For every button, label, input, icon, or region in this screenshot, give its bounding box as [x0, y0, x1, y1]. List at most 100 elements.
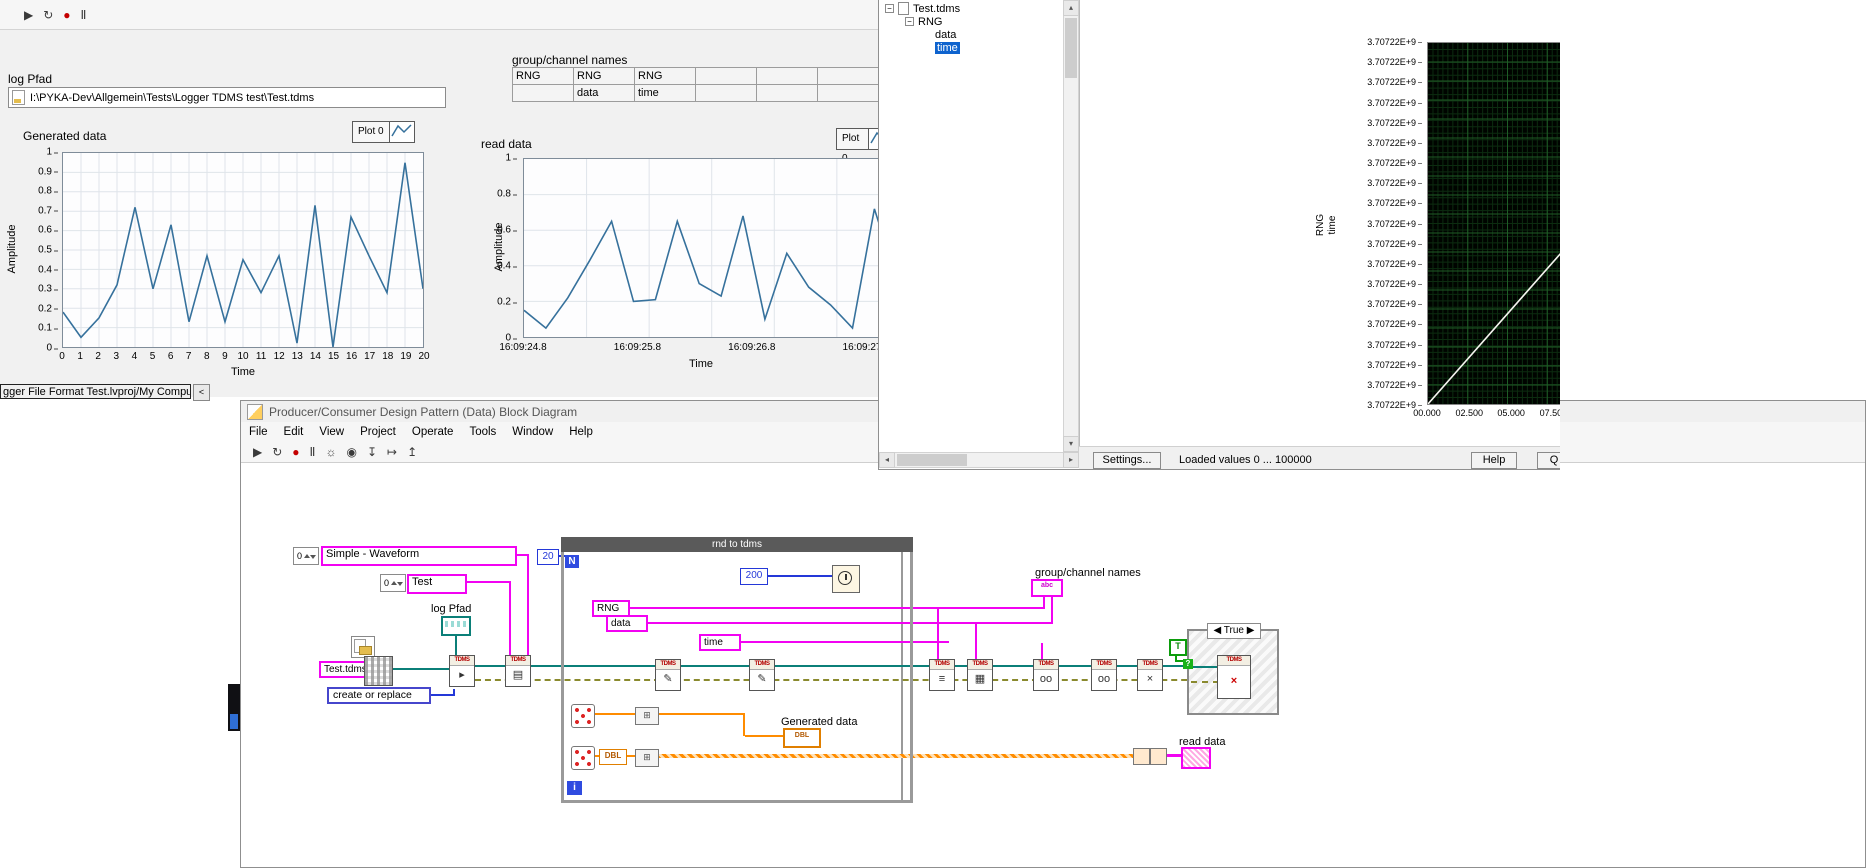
tdms-node[interactable]: TDMS ▸	[449, 655, 475, 687]
table-cell[interactable]: RNG	[635, 68, 696, 85]
file-dialog-icon[interactable]	[351, 636, 375, 658]
combo-index[interactable]: 0	[293, 547, 320, 565]
y-tick-label: 3.70722E+9	[1367, 279, 1422, 289]
read-plot-area[interactable]	[523, 158, 878, 338]
tdms-node[interactable]: TDMS ×	[1137, 659, 1163, 691]
scroll-left-button[interactable]: ◂	[879, 452, 895, 468]
table-cell[interactable]	[696, 68, 757, 85]
scrollbar-thumb[interactable]	[1065, 18, 1077, 78]
case-selector-terminal[interactable]: ?	[1183, 659, 1193, 669]
scroll-down-button[interactable]: ▾	[1063, 436, 1079, 452]
build-array-node[interactable]: ⊞	[635, 707, 659, 725]
wire-data	[975, 624, 977, 659]
x-tick-label: 3	[113, 351, 120, 362]
run-icon[interactable]: ▶	[24, 6, 33, 24]
abort-icon[interactable]: ●	[292, 443, 299, 461]
table-cell[interactable]	[818, 85, 878, 102]
settings-button[interactable]: Settings...	[1093, 452, 1161, 469]
plot-legend[interactable]: Plot 0	[836, 128, 878, 164]
x-tick-label: 5	[149, 351, 156, 362]
tdms-node[interactable]: TDMS ✎	[749, 659, 775, 691]
scroll-up-button[interactable]: ▴	[1063, 0, 1079, 16]
random-number-icon[interactable]	[571, 704, 595, 728]
tdms-node[interactable]: TDMS ▦	[967, 659, 993, 691]
table-cell[interactable]	[696, 85, 757, 102]
convert-icon[interactable]	[1150, 748, 1167, 765]
pause-icon[interactable]: Ⅱ	[81, 6, 87, 24]
group-channel-table[interactable]: RNG RNG RNG data time	[512, 67, 878, 102]
menu-file[interactable]: File	[241, 422, 276, 442]
project-tab[interactable]: gger File Format Test.lvproj/My Computer	[0, 384, 191, 399]
run-icon[interactable]: ▶	[253, 443, 262, 461]
step-over-icon[interactable]: ↦	[387, 443, 397, 461]
build-array-node[interactable]: ⊞	[635, 749, 659, 767]
menu-view[interactable]: View	[311, 422, 352, 442]
menu-operate[interactable]: Operate	[404, 422, 462, 442]
scrollbar-thumb[interactable]	[897, 454, 967, 466]
menu-edit[interactable]: Edit	[276, 422, 312, 442]
table-cell[interactable]	[757, 85, 818, 102]
run-continuously-icon[interactable]: ↻	[272, 443, 282, 461]
random-number-icon[interactable]	[571, 746, 595, 770]
wait-ms-icon[interactable]	[832, 565, 860, 593]
tree-item-data[interactable]: data	[879, 28, 1063, 41]
step-out-icon[interactable]: ↥	[407, 443, 417, 461]
menu-help[interactable]: Help	[561, 422, 601, 442]
tree-item-time[interactable]: time	[879, 41, 1063, 54]
plot-legend[interactable]: Plot 0	[352, 121, 415, 143]
table-cell[interactable]	[757, 68, 818, 85]
menu-project[interactable]: Project	[352, 422, 404, 442]
quit-button[interactable]: Q	[1537, 452, 1560, 469]
tree-expander-icon[interactable]: −	[885, 4, 894, 13]
loop-count-constant[interactable]: 20	[537, 549, 559, 565]
diagram-canvas[interactable]: rnd to tdms 0 Simple - Waveform 0 Test l…	[241, 463, 1865, 867]
table-cell[interactable]	[818, 68, 878, 85]
tree-item-label: time	[935, 41, 960, 54]
tdms-close-node[interactable]: TDMS ×	[1217, 655, 1251, 699]
read-data-terminal[interactable]	[1181, 747, 1211, 769]
table-cell[interactable]: RNG	[513, 68, 574, 85]
tdms-node[interactable]: TDMS ≡	[929, 659, 955, 691]
tree-item-rng[interactable]: − RNG	[879, 15, 1063, 28]
highlight-execution-icon[interactable]: ☼	[325, 443, 336, 461]
viewer-plot-area[interactable]	[1427, 42, 1560, 405]
tree-item-test-tdms[interactable]: − Test.tdms	[879, 2, 1063, 15]
log-pfad-path-control[interactable]: I:\PYKA-Dev\Allgemein\Tests\Logger TDMS …	[8, 87, 446, 108]
path-terminal[interactable]	[441, 616, 471, 636]
case-structure[interactable]: TDMS ×	[1187, 629, 1279, 715]
run-continuously-icon[interactable]: ↻	[43, 6, 53, 24]
y-tick-label: 1	[505, 152, 517, 164]
wire-time	[1041, 643, 1043, 659]
help-button[interactable]: Help	[1471, 452, 1517, 469]
wire-string	[463, 581, 511, 583]
pause-icon[interactable]: Ⅱ	[310, 443, 316, 461]
table-cell[interactable]: data	[574, 85, 635, 102]
tdms-node[interactable]: TDMS ✎	[655, 659, 681, 691]
generated-plot-area[interactable]	[62, 152, 424, 348]
string-index[interactable]: 0	[380, 574, 407, 592]
table-cell[interactable]: time	[635, 85, 696, 102]
group-channel-terminal[interactable]: abc	[1031, 579, 1063, 597]
tree-expander-icon[interactable]: −	[905, 17, 914, 26]
tdms-node[interactable]: TDMS ▤	[505, 655, 531, 687]
tdms-node[interactable]: TDMS oo	[1091, 659, 1117, 691]
table-cell[interactable]: RNG	[574, 68, 635, 85]
string-control-test[interactable]: Test	[407, 574, 467, 594]
step-into-icon[interactable]: ↧	[367, 443, 377, 461]
tdms-node[interactable]: TDMS oo	[1033, 659, 1059, 691]
tab-scroll-left-button[interactable]: <	[193, 384, 210, 401]
open-create-replace-node[interactable]	[364, 656, 393, 686]
table-cell[interactable]	[513, 85, 574, 102]
menu-tools[interactable]: Tools	[461, 422, 504, 442]
abort-icon[interactable]: ●	[63, 6, 70, 24]
open-mode-enum[interactable]: create or replace	[327, 687, 431, 704]
scroll-right-button[interactable]: ▸	[1063, 452, 1079, 468]
loop-structure[interactable]	[561, 537, 913, 803]
retain-wire-values-icon[interactable]: ◉	[346, 443, 356, 461]
combo-box-simple-waveform[interactable]: Simple - Waveform	[321, 546, 517, 566]
true-constant[interactable]: T	[1169, 639, 1187, 656]
convert-icon[interactable]	[1133, 748, 1150, 765]
case-selector[interactable]: ◀ True ▶	[1207, 623, 1261, 639]
x-tick-label: 16	[346, 351, 358, 362]
menu-window[interactable]: Window	[504, 422, 561, 442]
